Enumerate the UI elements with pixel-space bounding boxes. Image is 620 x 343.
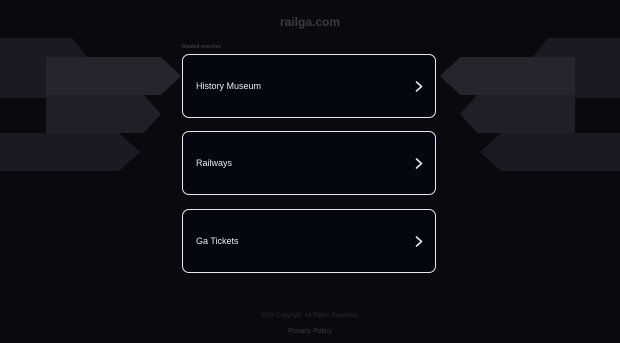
search-card-label: History Museum: [196, 81, 262, 91]
search-card-railways[interactable]: Railways: [182, 131, 436, 195]
background-shape: [460, 95, 575, 133]
site-title: railga.com: [279, 15, 341, 29]
page: railga.com Related searches History Muse…: [0, 0, 620, 343]
background-shape: [440, 57, 575, 95]
search-card-history-museum[interactable]: History Museum: [182, 54, 436, 118]
background-shape: [46, 57, 181, 95]
footer-copyright: 2024 Copyright. All Rights Reserved.: [260, 313, 360, 319]
chevron-right-icon: [412, 79, 426, 93]
background-shape: [0, 133, 140, 171]
search-card-label: Railways: [196, 158, 233, 168]
background-shape: [46, 95, 161, 133]
chevron-right-icon: [412, 234, 426, 248]
background-shape: [480, 133, 620, 171]
chevron-right-icon: [412, 156, 426, 170]
search-card-ga-tickets[interactable]: Ga Tickets: [182, 209, 436, 273]
search-card-label: Ga Tickets: [196, 236, 239, 246]
privacy-policy-link[interactable]: Privacy Policy: [0, 328, 620, 335]
section-label: Related searches: [182, 44, 221, 50]
